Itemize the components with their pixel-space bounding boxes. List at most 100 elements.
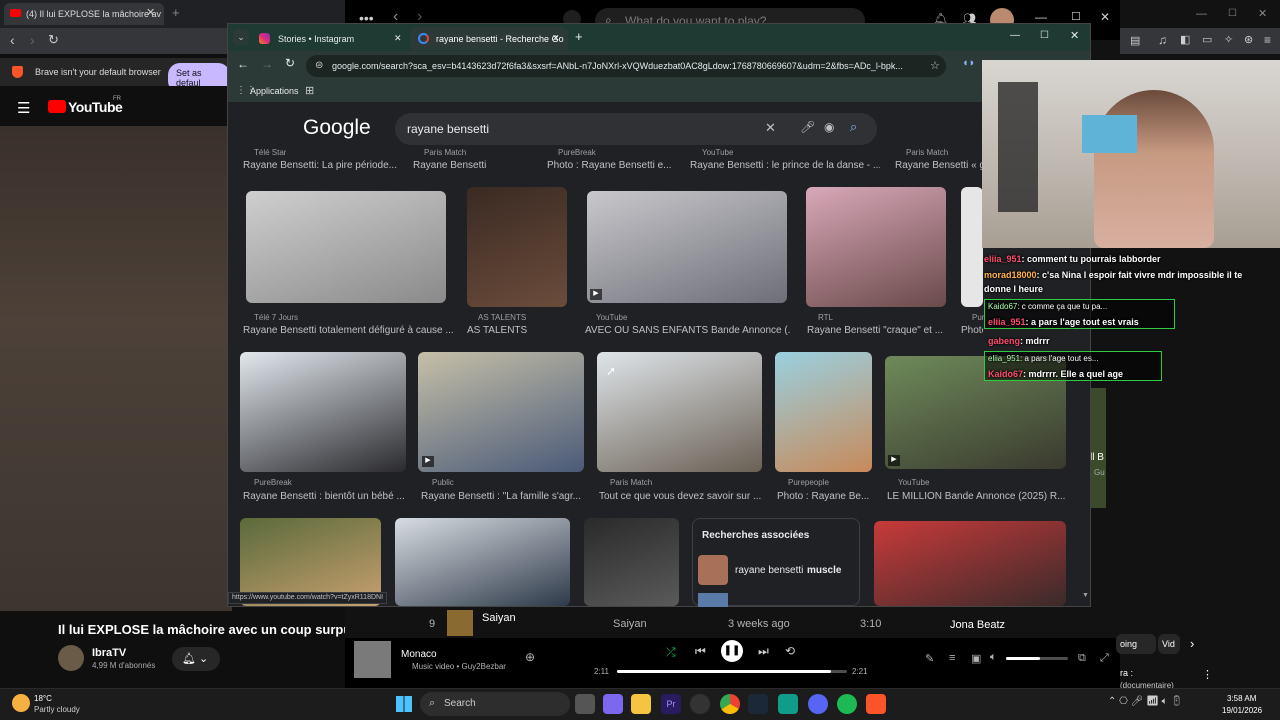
google-logo[interactable]: Google — [303, 116, 371, 140]
close-window-icon[interactable]: ✕ — [1070, 29, 1079, 42]
result-image[interactable] — [961, 187, 983, 307]
youtube-logo-icon[interactable] — [48, 100, 66, 113]
close-window-icon[interactable]: ✕ — [1258, 7, 1267, 20]
result-source[interactable]: AS TALENTS — [478, 313, 526, 322]
miniplayer-icon[interactable]: ⧉ — [1078, 652, 1086, 665]
track-title[interactable]: Saiyan — [482, 612, 516, 624]
result-image[interactable]: ▶ — [418, 352, 584, 472]
kebab-icon[interactable]: ⋮ — [1202, 668, 1213, 681]
capcut-icon[interactable] — [778, 694, 798, 714]
related-thumb[interactable] — [698, 593, 728, 607]
result-caption[interactable]: Rayane Bensetti : le prince de la danse … — [690, 160, 880, 171]
forward-icon[interactable]: › — [30, 32, 35, 48]
result-source[interactable]: Paris Match — [906, 148, 948, 157]
track-row[interactable]: 9 Saiyan Saiyan 3 weeks ago 3:10 Jona Be… — [345, 606, 1120, 638]
channel-name[interactable]: IbraTV — [92, 647, 126, 659]
premiere-icon[interactable]: Pr — [661, 694, 681, 714]
new-tab-icon[interactable]: + — [172, 5, 180, 20]
result-source[interactable]: YouTube — [596, 313, 627, 322]
bookmark-applications[interactable]: Applications — [250, 86, 299, 96]
search-icon[interactable]: ⌕ — [850, 119, 857, 135]
result-caption[interactable]: Rayane Bensetti: La pire période... — [243, 160, 403, 171]
result-caption[interactable]: Photo : Rayane Be... — [777, 491, 874, 502]
result-source[interactable]: RTL — [818, 313, 833, 322]
bookmark-star-icon[interactable]: ☆ — [928, 59, 942, 72]
channel-avatar[interactable] — [58, 645, 84, 671]
tab-search-icon[interactable]: ⌄ — [233, 29, 249, 45]
site-info-icon[interactable]: ⊜ — [315, 60, 323, 71]
menu-icon[interactable]: ☰ — [17, 99, 30, 117]
now-playing-title[interactable]: Monaco — [401, 649, 437, 660]
cast-icon[interactable]: ◖◗ — [962, 57, 975, 69]
task-view-icon[interactable] — [575, 694, 595, 714]
lens-icon[interactable]: ◉ — [824, 120, 834, 134]
result-caption[interactable]: Rayane Bensetti "craque" et ... — [807, 325, 947, 336]
subscribe-bell-button[interactable]: 🔔︎ ⌄ — [172, 647, 220, 671]
volume-slider[interactable] — [1006, 657, 1068, 660]
chip-going[interactable]: oing — [1116, 634, 1156, 654]
minimize-icon[interactable]: — — [1196, 8, 1207, 20]
google-search-input[interactable]: rayane bensetti ✕ 🎤︎ ◉ ⌕ — [395, 113, 877, 145]
result-image[interactable] — [584, 518, 679, 606]
result-image[interactable] — [806, 187, 946, 307]
minimize-icon[interactable]: — — [1035, 10, 1047, 24]
result-source[interactable]: Paris Match — [610, 478, 652, 487]
result-source[interactable]: PureBreak — [558, 148, 596, 157]
back-icon[interactable]: ← — [237, 57, 249, 71]
minimize-icon[interactable]: — — [1010, 30, 1020, 41]
weather-desc[interactable]: Partly cloudy — [34, 705, 80, 714]
wallet-icon[interactable]: ▭ — [1202, 33, 1212, 46]
result-source[interactable]: Télé 7 Jours — [254, 313, 298, 322]
clock-time[interactable]: 3:58 AM — [1227, 694, 1256, 703]
obs-icon[interactable] — [690, 694, 710, 714]
volume-icon[interactable]: 🔈︎ — [990, 651, 997, 664]
brave-tab-youtube[interactable]: (4) Il lui EXPLOSE la mâchoire av — [4, 3, 164, 25]
previous-icon[interactable]: ⏮ — [695, 644, 706, 659]
close-tab-icon[interactable]: ✕ — [146, 6, 155, 19]
leo-icon[interactable]: ✧ — [1224, 33, 1233, 46]
address-bar[interactable]: ⊜ google.com/search?sca_esv=b4143623d72f… — [306, 55, 946, 77]
back-icon[interactable]: ‹ — [10, 32, 15, 48]
brave-menu-icon[interactable]: ≡ — [1264, 33, 1271, 47]
now-playing-subtitle[interactable]: Music video • Guy2Bezbar — [412, 662, 506, 671]
queue-icon[interactable]: ≡ — [949, 652, 955, 664]
result-image[interactable] — [240, 352, 406, 472]
weather-temp[interactable]: 18°C — [34, 694, 52, 703]
close-tab-icon[interactable]: ✕ — [552, 33, 560, 44]
reload-icon[interactable]: ↻ — [48, 32, 59, 48]
clock-date[interactable]: 19/01/2026 — [1222, 706, 1262, 715]
music-ext-icon[interactable]: ♫ — [1158, 33, 1167, 47]
track-album[interactable]: Saiyan — [613, 618, 647, 630]
lyrics-icon[interactable]: ✎ — [925, 652, 934, 665]
result-image[interactable] — [597, 352, 762, 472]
close-window-icon[interactable]: ✕ — [1100, 10, 1110, 24]
tab-groups-icon[interactable]: ⊞ — [305, 84, 314, 97]
add-to-library-icon[interactable]: ⊕ — [525, 650, 535, 664]
steam-icon[interactable] — [748, 694, 768, 714]
result-caption[interactable]: Tout ce que vous devez savoir sur ... — [599, 491, 764, 502]
result-caption[interactable]: AVEC OU SANS ENFANTS Bande Annonce (... — [585, 325, 790, 336]
playback-progress[interactable] — [617, 670, 847, 673]
sidebar-icon[interactable]: ◧ — [1180, 33, 1190, 46]
result-source[interactable]: Purepeople — [788, 478, 829, 487]
result-caption[interactable]: AS TALENTS — [467, 325, 567, 336]
now-playing-cover[interactable] — [354, 641, 391, 678]
result-image[interactable] — [467, 187, 567, 307]
tray-icons[interactable]: ⌃ ⎔ 🎤︎ 📶︎ 🔈︎ 🔋︎ — [1108, 696, 1183, 707]
side-artist-name[interactable]: Jona Beatz — [950, 619, 1005, 631]
taskbar-search[interactable]: ⌕ Search — [420, 692, 570, 716]
repeat-icon[interactable]: ⟲ — [785, 644, 795, 658]
forward-icon[interactable]: → — [261, 57, 273, 71]
next-icon[interactable]: ⏭ — [758, 644, 769, 659]
result-source[interactable]: YouTube — [898, 478, 929, 487]
maximize-icon[interactable]: ☐ — [1071, 10, 1081, 23]
result-caption[interactable]: Rayane Bensetti : "La famille s'agr... — [421, 491, 586, 502]
extension-icon[interactable]: ▤ — [1130, 34, 1140, 47]
reload-icon[interactable]: ↻ — [285, 56, 295, 70]
result-image[interactable] — [246, 191, 446, 303]
result-image[interactable] — [874, 521, 1066, 606]
result-source[interactable]: PureBreak — [254, 478, 292, 487]
device-icon[interactable]: ▣ — [971, 652, 981, 665]
weather-icon[interactable] — [12, 694, 30, 712]
result-caption[interactable]: Rayane Bensetti : bientôt un bébé ... — [243, 491, 408, 502]
